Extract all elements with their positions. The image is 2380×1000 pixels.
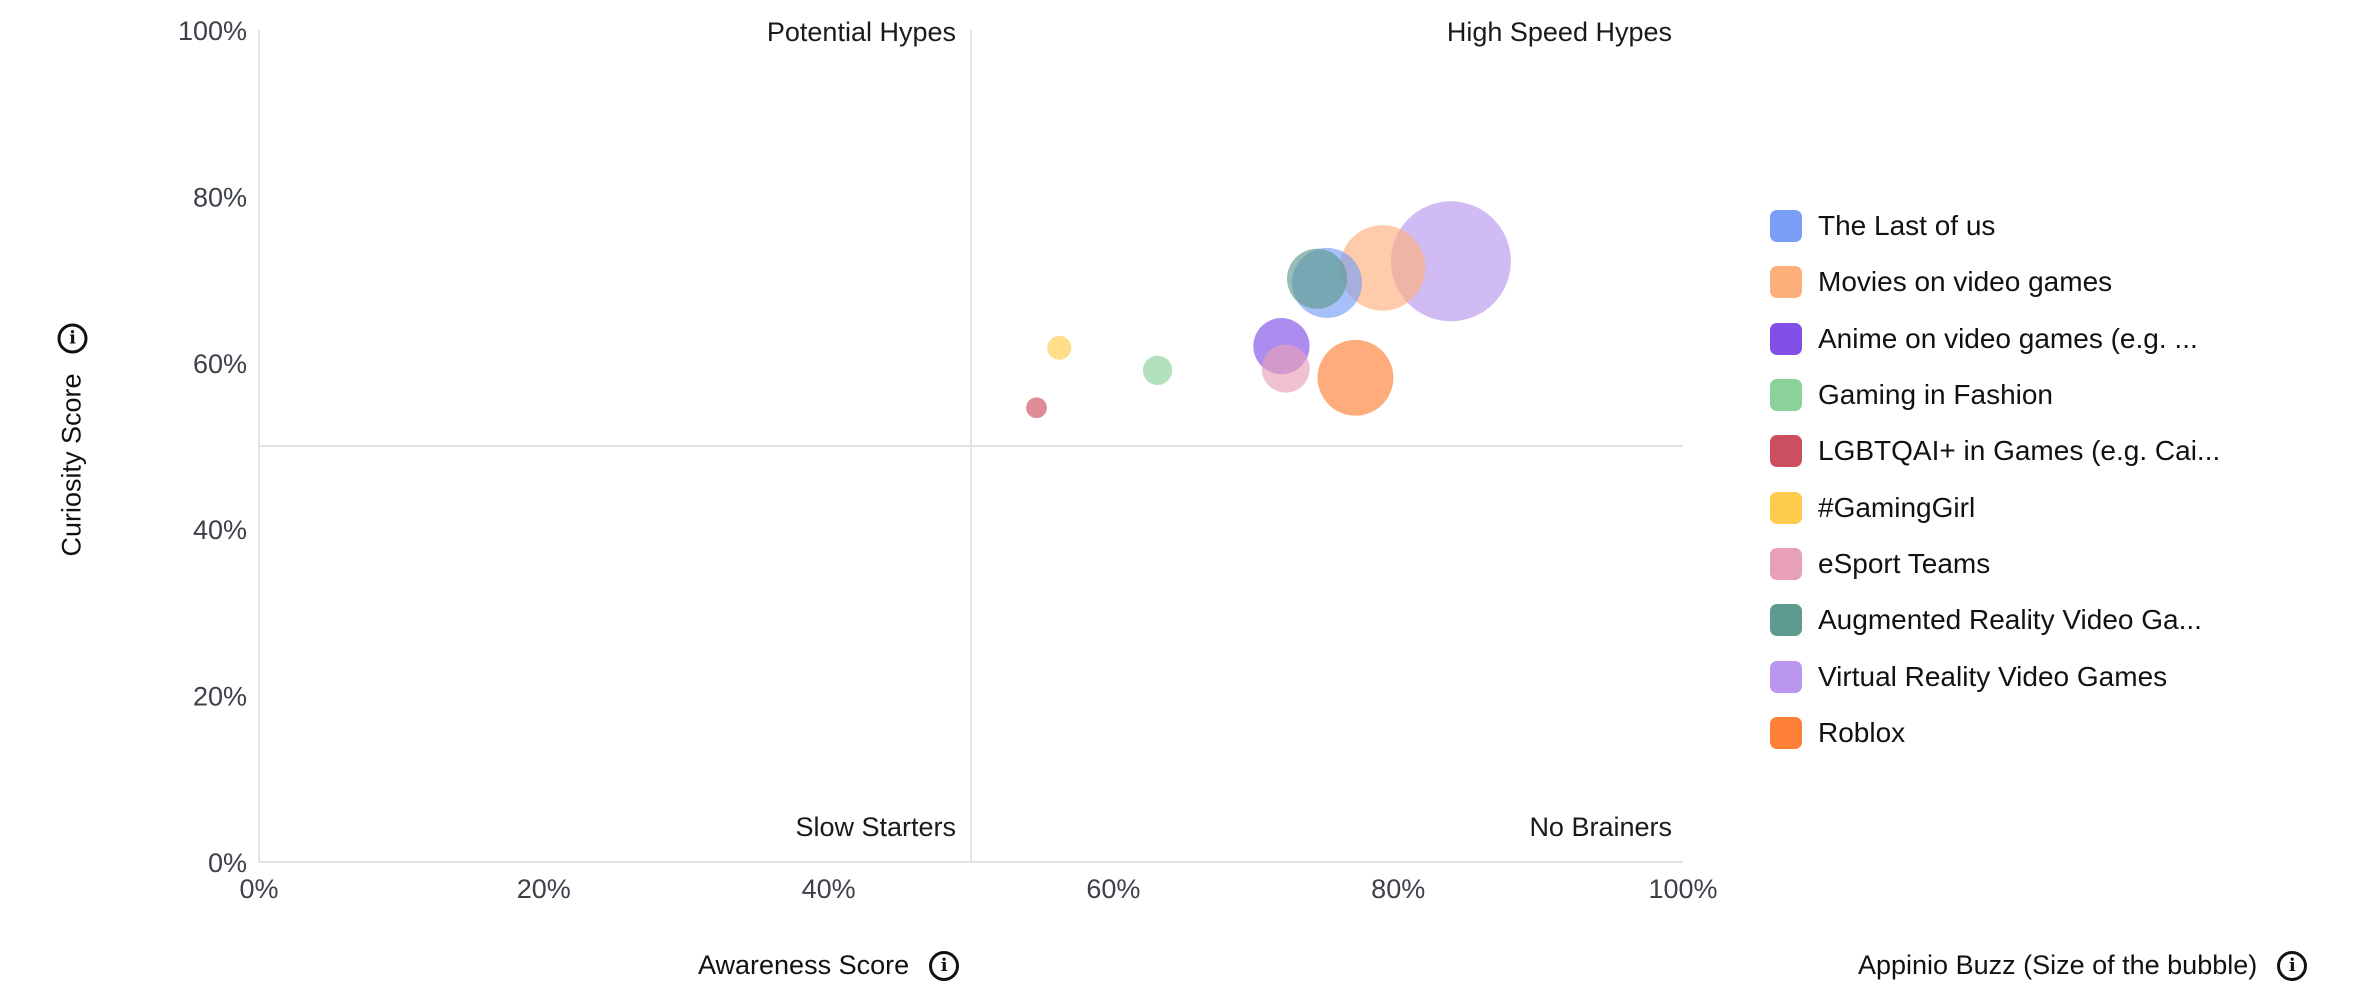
bubble-roblox[interactable] — [1317, 339, 1394, 416]
legend-item[interactable]: #GamingGirl — [1770, 479, 2220, 535]
info-icon[interactable]: i — [929, 950, 960, 981]
legend-label: Augmented Reality Video Ga... — [1818, 604, 2202, 636]
y-tick-label: 100% — [178, 16, 247, 46]
legend-label: Roblox — [1818, 716, 1906, 748]
y-tick-label: 20% — [193, 682, 247, 712]
legend-label: LGBTQAI+ in Games (e.g. Cai... — [1818, 435, 2221, 467]
legend-item[interactable]: eSport Teams — [1770, 536, 2220, 592]
info-icon[interactable]: i — [57, 323, 87, 354]
legend-item[interactable]: Virtual Reality Video Games — [1770, 648, 2220, 704]
legend-swatch — [1770, 210, 1802, 243]
legend-label: Anime on video games (e.g. ... — [1818, 322, 2198, 354]
x-tick-label: 20% — [517, 874, 571, 904]
legend: The Last of us Movies on video games Anime… — [1770, 198, 2220, 761]
bubble-lgbtqai-in-games-e-g-cai[interactable] — [1026, 397, 1047, 419]
y-axis-title: Curiosity Score i — [56, 323, 88, 557]
quadrant-label-bottom-right: No Brainers — [1529, 812, 1672, 842]
axes — [258, 30, 1683, 863]
legend-swatch — [1770, 435, 1802, 468]
y-tick-label: 40% — [193, 515, 247, 545]
bubble-size-title-text: Appinio Buzz (Size of the bubble) — [1858, 950, 2258, 980]
bubble-size-title: Appinio Buzz (Size of the bubble) i — [1858, 950, 2308, 981]
x-axis-title: Awareness Score i — [698, 950, 960, 981]
x-tick-label: 80% — [1371, 874, 1425, 904]
quadrant-label-top-right: High Speed Hypes — [1447, 17, 1672, 47]
quadrant-label-top-left: Potential Hypes — [767, 17, 956, 47]
legend-item[interactable]: Roblox — [1770, 705, 2220, 761]
legend-item[interactable]: LGBTQAI+ in Games (e.g. Cai... — [1770, 423, 2220, 479]
legend-swatch — [1770, 547, 1802, 580]
x-tick-label: 40% — [802, 874, 856, 904]
legend-label: #GamingGirl — [1818, 491, 1976, 523]
quadrant-labels: Potential Hypes High Speed Hypes Slow St… — [767, 17, 1672, 842]
legend-label: Movies on video games — [1818, 266, 2113, 298]
legend-swatch — [1770, 604, 1802, 637]
x-axis-title-text: Awareness Score — [698, 950, 910, 980]
quadrant-label-bottom-left: Slow Starters — [795, 812, 956, 842]
x-axis-ticks: 0% 20% 40% 60% 80% 100% — [239, 874, 1717, 904]
legend-swatch — [1770, 660, 1802, 693]
x-tick-label: 60% — [1086, 874, 1140, 904]
legend-item[interactable]: Anime on video games (e.g. ... — [1770, 311, 2220, 367]
info-icon[interactable]: i — [2277, 950, 2308, 981]
y-tick-label: 60% — [193, 349, 247, 379]
y-axis-ticks: 0%20%40%60%80%100% — [178, 16, 247, 878]
y-axis-title-text: Curiosity Score — [56, 373, 87, 557]
legend-label: The Last of us — [1818, 210, 1996, 242]
legend-item[interactable]: The Last of us — [1770, 198, 2220, 254]
legend-item[interactable]: Augmented Reality Video Ga... — [1770, 592, 2220, 648]
x-tick-label: 100% — [1648, 874, 1717, 904]
legend-label: Virtual Reality Video Games — [1818, 660, 2168, 692]
legend-label: eSport Teams — [1818, 547, 1991, 579]
legend-swatch — [1770, 491, 1802, 524]
bubble-gaminggirl[interactable] — [1047, 335, 1072, 360]
legend-swatch — [1770, 322, 1802, 355]
legend-item[interactable]: Movies on video games — [1770, 254, 2220, 310]
y-tick-label: 80% — [193, 182, 247, 212]
bubbles — [1026, 201, 1511, 419]
bubble-gaming-in-fashion[interactable] — [1142, 355, 1173, 385]
x-tick-label: 0% — [239, 874, 278, 904]
legend-swatch — [1770, 379, 1802, 412]
legend-label: Gaming in Fashion — [1818, 379, 2054, 411]
bubble-esport-teams[interactable] — [1261, 344, 1310, 393]
bubble-augmented-reality-video-ga[interactable] — [1287, 248, 1348, 309]
legend-swatch — [1770, 266, 1802, 299]
legend-swatch — [1770, 716, 1802, 749]
legend-item[interactable]: Gaming in Fashion — [1770, 367, 2220, 423]
